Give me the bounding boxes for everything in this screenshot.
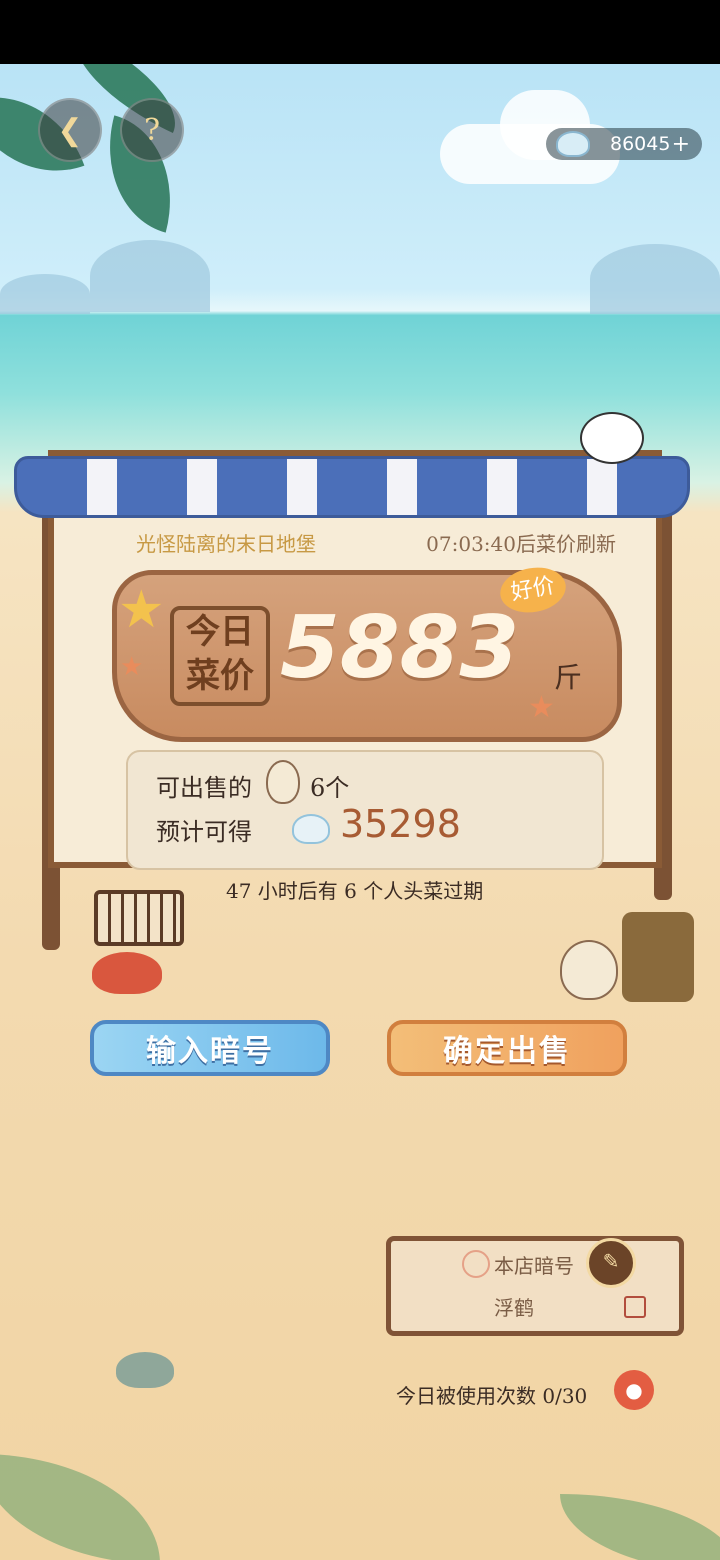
usage-count: 今日被使用次数 0/30 [396,1384,588,1408]
copy-icon[interactable] [624,1296,646,1318]
shop-code-title: 本店暗号 [494,1254,574,1278]
shell-icon [556,131,590,157]
price-unit: 斤 [554,661,583,694]
bush [560,1494,720,1560]
radish-icon [266,760,300,804]
confirm-sell-button[interactable]: 确定出售 [387,1020,627,1076]
today-price-seal: 今日 菜价 [170,606,270,706]
input-code-button[interactable]: 输入暗号 [90,1020,330,1076]
bush [0,1454,160,1560]
starfish-icon: ★ [528,690,555,725]
seagull-icon [580,412,644,464]
expected-label: 预计可得 [156,818,252,846]
abacus-icon [94,890,184,946]
help-button[interactable]: ? [120,98,184,162]
basket-icon [622,912,694,1002]
today-label-line2: 菜价 [186,656,254,696]
mountain [90,240,210,312]
currency-amount: 86045 [610,133,671,155]
refresh-timer: 07:03:40后菜价刷新 [426,532,616,556]
mountain [590,244,720,314]
add-currency-button[interactable]: + [672,132,690,157]
expire-notice: 47 小时后有 6 个人头菜过期 [226,879,484,903]
question-mark-icon: ? [143,112,161,148]
mountain [0,274,90,314]
radish-character [560,940,618,1000]
shop-name: 光怪陆离的末日地堡 [136,532,316,556]
crab-icon [92,952,162,994]
starfish-icon: ★ [118,580,165,640]
today-price: 5883 [280,598,520,698]
shell-icon [292,814,330,844]
starfish-icon: ★ [120,652,144,682]
awning [14,456,690,518]
shop-code-value: 浮鹤 [494,1296,534,1320]
expected-amount: 35298 [340,802,461,846]
bag-icon: ● [614,1370,654,1410]
sellable-label: 可出售的 [156,774,252,802]
back-arrow-icon: ❮ [57,112,83,148]
code-stamp-icon [462,1250,490,1278]
today-label-line1: 今日 [186,612,254,652]
shell-currency[interactable]: 86045 + [546,128,702,160]
back-button[interactable]: ❮ [38,98,102,162]
sellable-count: 6个 [310,774,350,802]
crab-icon [116,1352,174,1388]
edit-code-button[interactable]: ✎ [586,1238,636,1288]
